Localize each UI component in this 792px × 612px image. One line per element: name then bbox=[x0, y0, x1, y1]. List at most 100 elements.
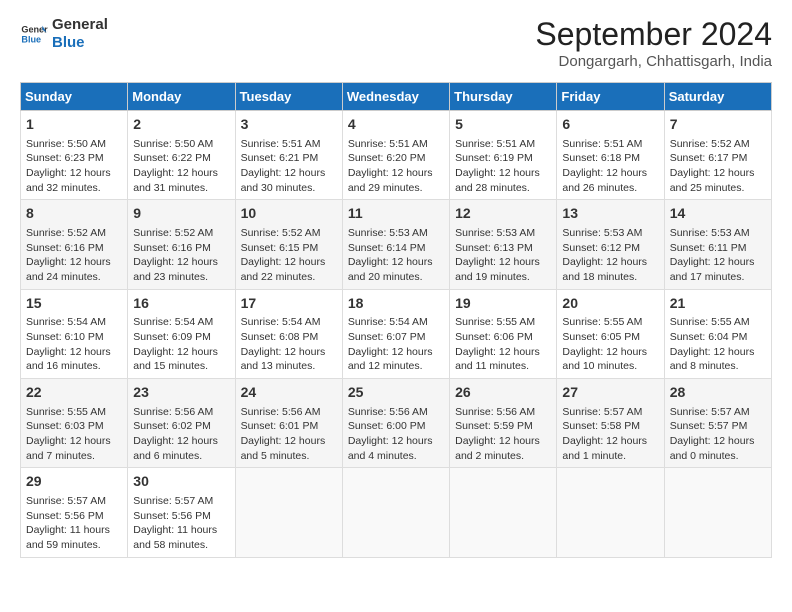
calendar-cell: 20Sunrise: 5:55 AM Sunset: 6:05 PM Dayli… bbox=[557, 289, 664, 378]
cell-info: Sunrise: 5:55 AM Sunset: 6:04 PM Dayligh… bbox=[670, 315, 766, 374]
day-number: 9 bbox=[133, 204, 229, 224]
cell-info: Sunrise: 5:57 AM Sunset: 5:56 PM Dayligh… bbox=[26, 494, 122, 553]
cell-info: Sunrise: 5:51 AM Sunset: 6:18 PM Dayligh… bbox=[562, 137, 658, 196]
calendar-cell: 3Sunrise: 5:51 AM Sunset: 6:21 PM Daylig… bbox=[235, 111, 342, 200]
day-number: 12 bbox=[455, 204, 551, 224]
col-monday: Monday bbox=[128, 83, 235, 111]
calendar-cell: 19Sunrise: 5:55 AM Sunset: 6:06 PM Dayli… bbox=[450, 289, 557, 378]
logo: General Blue General Blue bbox=[20, 16, 108, 52]
calendar-cell: 15Sunrise: 5:54 AM Sunset: 6:10 PM Dayli… bbox=[21, 289, 128, 378]
day-number: 29 bbox=[26, 472, 122, 492]
svg-text:Blue: Blue bbox=[21, 34, 41, 44]
week-row-3: 15Sunrise: 5:54 AM Sunset: 6:10 PM Dayli… bbox=[21, 289, 772, 378]
cell-info: Sunrise: 5:50 AM Sunset: 6:22 PM Dayligh… bbox=[133, 137, 229, 196]
calendar-table: SundayMondayTuesdayWednesdayThursdayFrid… bbox=[20, 82, 772, 558]
header: General Blue General Blue September 2024… bbox=[20, 16, 772, 70]
col-wednesday: Wednesday bbox=[342, 83, 449, 111]
calendar-cell: 2Sunrise: 5:50 AM Sunset: 6:22 PM Daylig… bbox=[128, 111, 235, 200]
day-number: 21 bbox=[670, 294, 766, 314]
calendar-cell: 7Sunrise: 5:52 AM Sunset: 6:17 PM Daylig… bbox=[664, 111, 771, 200]
cell-info: Sunrise: 5:52 AM Sunset: 6:15 PM Dayligh… bbox=[241, 226, 337, 285]
page: General Blue General Blue September 2024… bbox=[0, 0, 792, 574]
logo-icon: General Blue bbox=[20, 20, 48, 48]
title-block: September 2024 Dongargarh, Chhattisgarh,… bbox=[535, 16, 772, 70]
calendar-cell: 27Sunrise: 5:57 AM Sunset: 5:58 PM Dayli… bbox=[557, 379, 664, 468]
day-number: 7 bbox=[670, 115, 766, 135]
cell-info: Sunrise: 5:55 AM Sunset: 6:06 PM Dayligh… bbox=[455, 315, 551, 374]
day-number: 28 bbox=[670, 383, 766, 403]
calendar-cell: 12Sunrise: 5:53 AM Sunset: 6:13 PM Dayli… bbox=[450, 200, 557, 289]
day-number: 18 bbox=[348, 294, 444, 314]
cell-info: Sunrise: 5:57 AM Sunset: 5:58 PM Dayligh… bbox=[562, 405, 658, 464]
cell-info: Sunrise: 5:50 AM Sunset: 6:23 PM Dayligh… bbox=[26, 137, 122, 196]
calendar-cell: 22Sunrise: 5:55 AM Sunset: 6:03 PM Dayli… bbox=[21, 379, 128, 468]
calendar-cell: 11Sunrise: 5:53 AM Sunset: 6:14 PM Dayli… bbox=[342, 200, 449, 289]
day-number: 15 bbox=[26, 294, 122, 314]
day-number: 22 bbox=[26, 383, 122, 403]
day-number: 5 bbox=[455, 115, 551, 135]
day-number: 23 bbox=[133, 383, 229, 403]
logo-general: General bbox=[52, 16, 108, 34]
cell-info: Sunrise: 5:51 AM Sunset: 6:21 PM Dayligh… bbox=[241, 137, 337, 196]
cell-info: Sunrise: 5:54 AM Sunset: 6:07 PM Dayligh… bbox=[348, 315, 444, 374]
cell-info: Sunrise: 5:56 AM Sunset: 5:59 PM Dayligh… bbox=[455, 405, 551, 464]
day-number: 11 bbox=[348, 204, 444, 224]
day-number: 26 bbox=[455, 383, 551, 403]
day-number: 17 bbox=[241, 294, 337, 314]
day-number: 19 bbox=[455, 294, 551, 314]
day-number: 20 bbox=[562, 294, 658, 314]
calendar-cell: 16Sunrise: 5:54 AM Sunset: 6:09 PM Dayli… bbox=[128, 289, 235, 378]
calendar-cell: 23Sunrise: 5:56 AM Sunset: 6:02 PM Dayli… bbox=[128, 379, 235, 468]
cell-info: Sunrise: 5:55 AM Sunset: 6:03 PM Dayligh… bbox=[26, 405, 122, 464]
col-sunday: Sunday bbox=[21, 83, 128, 111]
cell-info: Sunrise: 5:51 AM Sunset: 6:20 PM Dayligh… bbox=[348, 137, 444, 196]
day-number: 1 bbox=[26, 115, 122, 135]
day-number: 8 bbox=[26, 204, 122, 224]
calendar-cell: 4Sunrise: 5:51 AM Sunset: 6:20 PM Daylig… bbox=[342, 111, 449, 200]
day-number: 27 bbox=[562, 383, 658, 403]
calendar-cell: 14Sunrise: 5:53 AM Sunset: 6:11 PM Dayli… bbox=[664, 200, 771, 289]
cell-info: Sunrise: 5:52 AM Sunset: 6:17 PM Dayligh… bbox=[670, 137, 766, 196]
day-number: 3 bbox=[241, 115, 337, 135]
week-row-1: 1Sunrise: 5:50 AM Sunset: 6:23 PM Daylig… bbox=[21, 111, 772, 200]
location: Dongargarh, Chhattisgarh, India bbox=[535, 53, 772, 70]
day-number: 2 bbox=[133, 115, 229, 135]
calendar-cell: 30Sunrise: 5:57 AM Sunset: 5:56 PM Dayli… bbox=[128, 468, 235, 557]
cell-info: Sunrise: 5:56 AM Sunset: 6:00 PM Dayligh… bbox=[348, 405, 444, 464]
cell-info: Sunrise: 5:54 AM Sunset: 6:09 PM Dayligh… bbox=[133, 315, 229, 374]
cell-info: Sunrise: 5:56 AM Sunset: 6:02 PM Dayligh… bbox=[133, 405, 229, 464]
cell-info: Sunrise: 5:52 AM Sunset: 6:16 PM Dayligh… bbox=[133, 226, 229, 285]
col-tuesday: Tuesday bbox=[235, 83, 342, 111]
calendar-cell: 10Sunrise: 5:52 AM Sunset: 6:15 PM Dayli… bbox=[235, 200, 342, 289]
calendar-cell: 29Sunrise: 5:57 AM Sunset: 5:56 PM Dayli… bbox=[21, 468, 128, 557]
week-row-5: 29Sunrise: 5:57 AM Sunset: 5:56 PM Dayli… bbox=[21, 468, 772, 557]
calendar-cell: 28Sunrise: 5:57 AM Sunset: 5:57 PM Dayli… bbox=[664, 379, 771, 468]
col-thursday: Thursday bbox=[450, 83, 557, 111]
calendar-cell: 17Sunrise: 5:54 AM Sunset: 6:08 PM Dayli… bbox=[235, 289, 342, 378]
cell-info: Sunrise: 5:52 AM Sunset: 6:16 PM Dayligh… bbox=[26, 226, 122, 285]
day-number: 30 bbox=[133, 472, 229, 492]
week-row-4: 22Sunrise: 5:55 AM Sunset: 6:03 PM Dayli… bbox=[21, 379, 772, 468]
cell-info: Sunrise: 5:57 AM Sunset: 5:57 PM Dayligh… bbox=[670, 405, 766, 464]
cell-info: Sunrise: 5:51 AM Sunset: 6:19 PM Dayligh… bbox=[455, 137, 551, 196]
calendar-cell: 18Sunrise: 5:54 AM Sunset: 6:07 PM Dayli… bbox=[342, 289, 449, 378]
day-number: 13 bbox=[562, 204, 658, 224]
calendar-cell: 21Sunrise: 5:55 AM Sunset: 6:04 PM Dayli… bbox=[664, 289, 771, 378]
calendar-cell: 1Sunrise: 5:50 AM Sunset: 6:23 PM Daylig… bbox=[21, 111, 128, 200]
calendar-cell bbox=[450, 468, 557, 557]
cell-info: Sunrise: 5:53 AM Sunset: 6:14 PM Dayligh… bbox=[348, 226, 444, 285]
day-number: 4 bbox=[348, 115, 444, 135]
day-number: 16 bbox=[133, 294, 229, 314]
cell-info: Sunrise: 5:53 AM Sunset: 6:12 PM Dayligh… bbox=[562, 226, 658, 285]
day-number: 6 bbox=[562, 115, 658, 135]
calendar-cell: 25Sunrise: 5:56 AM Sunset: 6:00 PM Dayli… bbox=[342, 379, 449, 468]
calendar-cell: 5Sunrise: 5:51 AM Sunset: 6:19 PM Daylig… bbox=[450, 111, 557, 200]
cell-info: Sunrise: 5:54 AM Sunset: 6:08 PM Dayligh… bbox=[241, 315, 337, 374]
calendar-cell bbox=[557, 468, 664, 557]
calendar-cell bbox=[235, 468, 342, 557]
calendar-cell: 24Sunrise: 5:56 AM Sunset: 6:01 PM Dayli… bbox=[235, 379, 342, 468]
calendar-cell: 13Sunrise: 5:53 AM Sunset: 6:12 PM Dayli… bbox=[557, 200, 664, 289]
cell-info: Sunrise: 5:54 AM Sunset: 6:10 PM Dayligh… bbox=[26, 315, 122, 374]
header-row: SundayMondayTuesdayWednesdayThursdayFrid… bbox=[21, 83, 772, 111]
calendar-cell: 6Sunrise: 5:51 AM Sunset: 6:18 PM Daylig… bbox=[557, 111, 664, 200]
